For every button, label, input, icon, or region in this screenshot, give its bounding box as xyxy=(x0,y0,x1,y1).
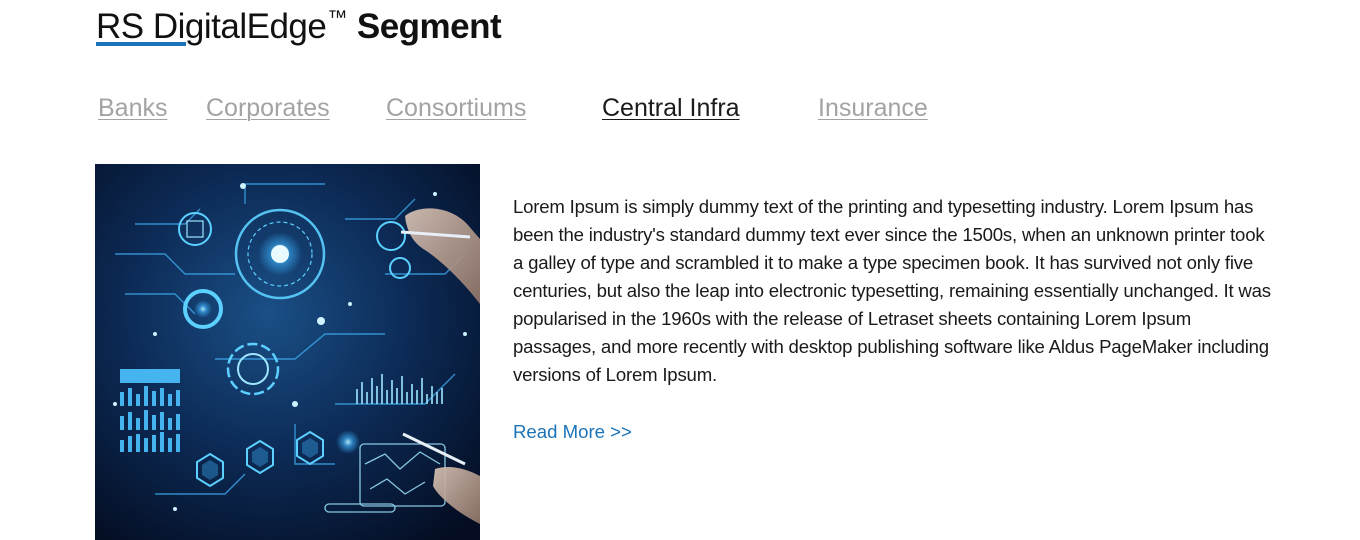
page-title-regular: RS DigitalEdge xyxy=(96,7,327,46)
tab-insurance[interactable]: Insurance xyxy=(818,92,928,124)
tab-corporates[interactable]: Corporates xyxy=(206,92,330,124)
read-more-link[interactable]: Read More >> xyxy=(513,418,632,446)
segment-tabs: Banks Corporates Consortiums Central Inf… xyxy=(0,92,1360,128)
segment-page: RS DigitalEdge™ Segment Banks Corporates … xyxy=(0,0,1360,540)
title-accent-underline xyxy=(96,42,186,46)
digital-technology-hud-image xyxy=(95,164,480,540)
page-title-bold: Segment xyxy=(356,7,502,46)
segment-description: Lorem Ipsum is simply dummy text of the … xyxy=(513,196,1271,385)
tab-consortiums[interactable]: Consortiums xyxy=(386,92,526,124)
tab-central-infra[interactable]: Central Infra xyxy=(602,92,740,124)
trademark-symbol: ™ xyxy=(327,7,347,29)
tab-banks[interactable]: Banks xyxy=(98,92,167,124)
